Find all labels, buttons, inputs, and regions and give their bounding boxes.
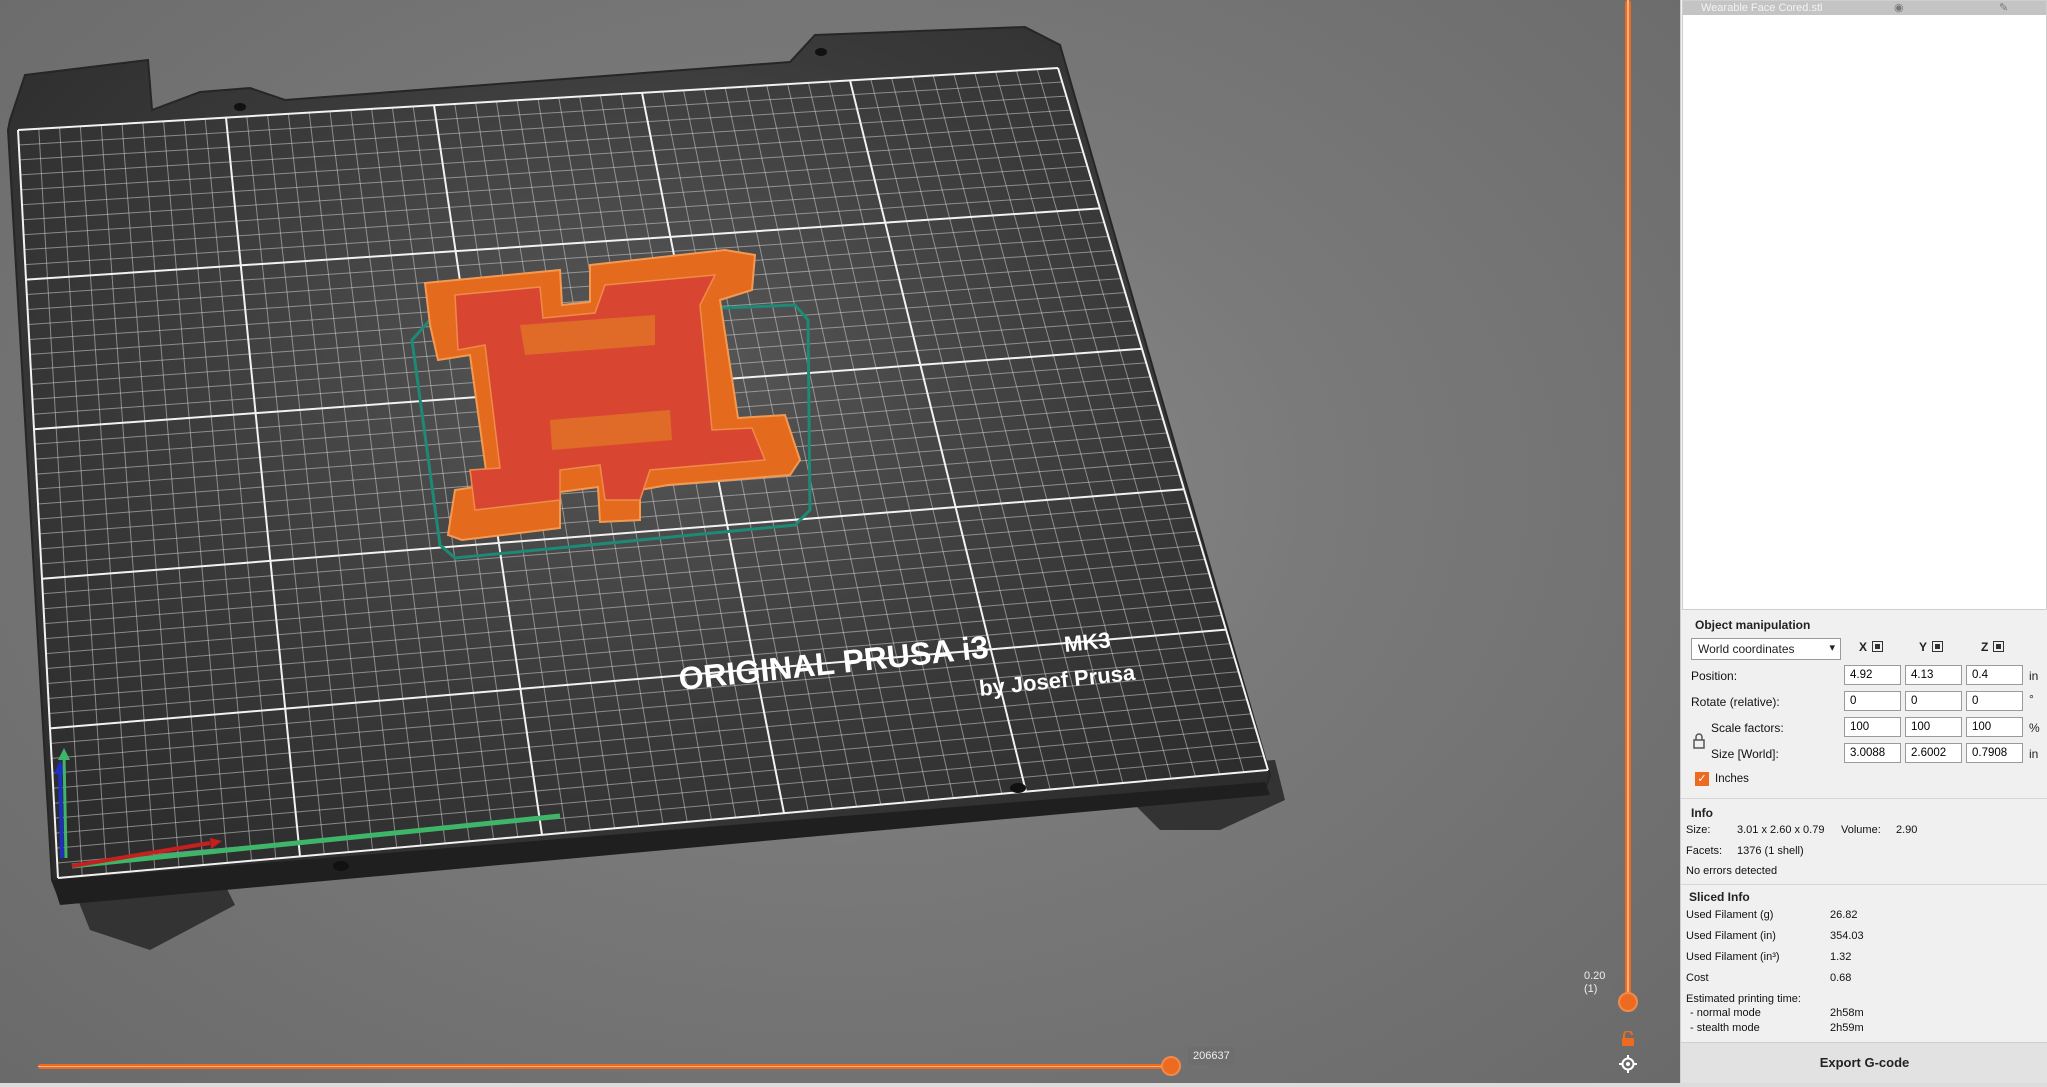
sliced-row-value: 1.32 bbox=[1830, 951, 1852, 963]
scale-label: Scale factors: bbox=[1711, 721, 1784, 735]
info-facets-label: Facets: bbox=[1686, 845, 1723, 857]
normal-mode-label: - normal mode bbox=[1690, 1007, 1761, 1019]
position-label: Position: bbox=[1691, 669, 1738, 683]
rotate-label: Rotate (relative): bbox=[1691, 695, 1780, 709]
object-list[interactable]: Wearable Face Cored.stl ◉ ✎ bbox=[1682, 0, 2047, 610]
drop-to-bed-icon[interactable] bbox=[1993, 641, 2005, 652]
bed-hole bbox=[1010, 783, 1026, 793]
rotate-y-input[interactable] bbox=[1905, 691, 1962, 711]
scale-lock-icon[interactable] bbox=[1693, 733, 1705, 752]
sliced-info-title: Sliced Info bbox=[1689, 890, 1750, 904]
axis-z bbox=[58, 769, 64, 859]
info-title: Info bbox=[1691, 806, 1713, 820]
scale-x-input[interactable] bbox=[1844, 717, 1901, 737]
layer-slider-track[interactable] bbox=[1625, 0, 1631, 1002]
divider bbox=[1681, 884, 2047, 885]
edit-icon[interactable]: ✎ bbox=[1999, 1, 2008, 14]
export-gcode-button[interactable]: Export G-code bbox=[1681, 1042, 2047, 1083]
info-size-value: 3.01 x 2.60 x 0.79 bbox=[1737, 824, 1825, 836]
scale-z-input[interactable] bbox=[1966, 717, 2023, 737]
coordinate-system-select[interactable]: World coordinates ▾ bbox=[1691, 638, 1841, 660]
scale-unit: % bbox=[2029, 721, 2040, 735]
axis-z-header: Z bbox=[1981, 640, 2005, 654]
move-count: 206637 bbox=[1188, 1047, 1235, 1065]
info-facets-value: 1376 (1 shell) bbox=[1737, 845, 1804, 857]
info-volume-label: Volume: bbox=[1841, 824, 1881, 836]
bed-model: MK3 bbox=[1063, 627, 1112, 657]
gear-icon[interactable] bbox=[1619, 1055, 1637, 1073]
rotate-z-input[interactable] bbox=[1966, 691, 2023, 711]
move-slider-handle[interactable] bbox=[1161, 1056, 1181, 1076]
sliced-row-label: Used Filament (in) bbox=[1686, 930, 1776, 942]
print-bed-scene: ORIGINAL PRUSA i3 MK3 by Josef Prusa bbox=[6, 25, 1285, 950]
info-errors: No errors detected bbox=[1686, 865, 1778, 877]
bed-hole bbox=[333, 861, 349, 871]
size-x-input[interactable] bbox=[1844, 743, 1901, 763]
sliced-row-label: Cost bbox=[1686, 972, 1709, 984]
layer-tooltip: 0.20 (1) bbox=[1579, 967, 1611, 999]
position-x-input[interactable] bbox=[1844, 665, 1901, 685]
status-strip bbox=[0, 1083, 2047, 1087]
eye-icon[interactable]: ◉ bbox=[1894, 1, 1904, 14]
object-manipulation-title: Object manipulation bbox=[1695, 618, 1811, 632]
size-unit: in bbox=[2029, 747, 2039, 761]
sliced-row-label: Used Filament (g) bbox=[1686, 909, 1774, 921]
sliced-row-value: 26.82 bbox=[1830, 909, 1858, 921]
coordinate-system-value: World coordinates bbox=[1698, 642, 1795, 656]
print-time-label: Estimated printing time: bbox=[1686, 993, 1801, 1005]
chevron-down-icon: ▾ bbox=[1829, 642, 1835, 654]
stealth-mode-label: - stealth mode bbox=[1690, 1022, 1760, 1034]
bed-hole bbox=[234, 103, 246, 111]
size-z-input[interactable] bbox=[1966, 743, 2023, 763]
size-label: Size [World]: bbox=[1711, 747, 1779, 761]
sliced-row-value: 354.03 bbox=[1830, 930, 1864, 942]
info-size-label: Size: bbox=[1686, 824, 1711, 836]
move-slider-track[interactable] bbox=[38, 1064, 1170, 1069]
axis-y-vert bbox=[62, 754, 68, 859]
size-y-input[interactable] bbox=[1905, 743, 1962, 763]
lock-icon[interactable] bbox=[1621, 1031, 1637, 1047]
sidebar-panel: Wearable Face Cored.stl ◉ ✎ Object manip… bbox=[1680, 0, 2047, 1087]
info-volume-value: 2.90 bbox=[1896, 824, 1918, 836]
layer-index: (1) bbox=[1584, 983, 1598, 995]
object-name: Wearable Face Cored.stl bbox=[1701, 2, 1823, 14]
position-y-input[interactable] bbox=[1905, 665, 1962, 685]
3d-viewport[interactable]: ORIGINAL PRUSA i3 MK3 by Josef Prusa 0.2… bbox=[0, 0, 1680, 1083]
bed-hole bbox=[815, 48, 827, 56]
layer-slider-handle[interactable] bbox=[1618, 992, 1638, 1012]
position-z-input[interactable] bbox=[1966, 665, 2023, 685]
inches-label: Inches bbox=[1715, 773, 1749, 785]
drop-to-bed-icon[interactable] bbox=[1872, 641, 1884, 652]
sliced-row-label: Used Filament (in³) bbox=[1686, 951, 1780, 963]
normal-mode-value: 2h58m bbox=[1830, 1007, 1864, 1019]
divider bbox=[1681, 798, 2047, 799]
position-unit: in bbox=[2029, 669, 2039, 683]
layer-height: 0.20 bbox=[1584, 970, 1606, 982]
scale-y-input[interactable] bbox=[1905, 717, 1962, 737]
rotate-x-input[interactable] bbox=[1844, 691, 1901, 711]
inches-checkbox[interactable]: ✓ bbox=[1695, 772, 1709, 786]
stealth-mode-value: 2h59m bbox=[1830, 1022, 1864, 1034]
rotate-unit: ° bbox=[2029, 692, 2034, 706]
object-list-item[interactable]: Wearable Face Cored.stl ◉ ✎ bbox=[1683, 1, 2046, 15]
drop-to-bed-icon[interactable] bbox=[1932, 641, 1944, 652]
axis-x-header: X bbox=[1859, 640, 1884, 654]
sliced-row-value: 0.68 bbox=[1830, 972, 1852, 984]
axis-y-header: Y bbox=[1919, 640, 1944, 654]
